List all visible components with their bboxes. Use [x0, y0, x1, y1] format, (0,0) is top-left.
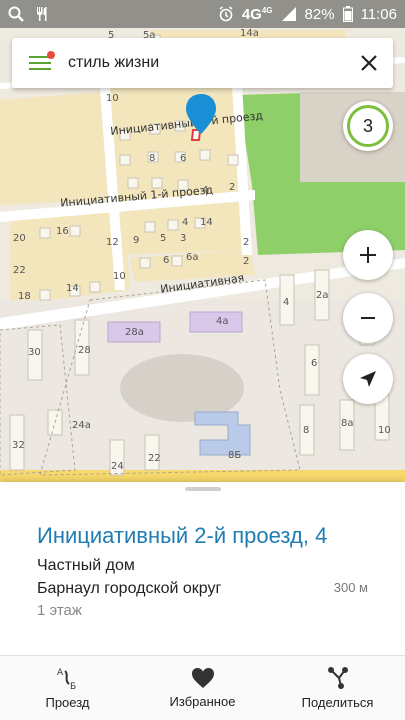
location-pin-icon[interactable] [185, 94, 217, 138]
share-button[interactable]: Поделиться [270, 656, 405, 720]
house-number: 30 [28, 347, 41, 358]
clock: 11:06 [360, 5, 397, 23]
route-button[interactable]: А Б Проезд [0, 656, 135, 720]
my-location-button[interactable] [343, 354, 393, 404]
house-number: 8 [149, 153, 156, 164]
house-number: 2 [243, 237, 250, 248]
place-city: Барнаул городской округ [37, 580, 222, 597]
results-count: 3 [347, 105, 389, 147]
house-number: 2 [229, 182, 236, 193]
clear-search-button[interactable] [345, 38, 393, 88]
house-number: 4а [216, 316, 229, 327]
battery-percent: 82% [304, 5, 335, 23]
house-number: 22 [13, 265, 26, 276]
route-label: Проезд [45, 695, 90, 710]
house-number: 24а [72, 420, 91, 431]
house-number: 8Б [228, 450, 242, 461]
route-icon: А Б [57, 668, 76, 690]
house-number: 16 [56, 226, 69, 237]
house-number: 9 [133, 235, 140, 246]
house-number: 6 [311, 358, 318, 369]
house-number: 28а [125, 327, 144, 338]
favorite-button[interactable]: Избранное [135, 656, 270, 720]
house-number: 14 [66, 283, 79, 294]
network-type: 4G4G [241, 5, 273, 23]
house-number: 22 [148, 453, 161, 464]
house-number: 28 [78, 345, 91, 356]
house-number: 4 [202, 185, 209, 196]
house-number: 2 [243, 256, 250, 267]
menu-button[interactable] [12, 38, 68, 88]
search-input[interactable]: стиль жизни [68, 54, 345, 72]
zoom-out-button[interactable] [343, 293, 393, 343]
results-count-button[interactable]: 3 [343, 101, 393, 151]
house-number: 10 [378, 425, 391, 436]
house-number: 32 [12, 440, 25, 451]
house-number: 10 [106, 93, 119, 104]
share-icon [327, 667, 348, 689]
navigation-arrow-icon [360, 371, 376, 387]
house-number: 14 [200, 217, 213, 228]
house-number: 5 [160, 233, 167, 244]
house-number: 3 [180, 233, 187, 244]
place-title: Инициативный 2-й проезд, 4 [37, 523, 328, 548]
alarm-icon [219, 6, 233, 22]
house-number: 8а [341, 418, 354, 429]
house-number: 6 [180, 153, 187, 164]
place-distance: 300 м [333, 580, 368, 595]
zoom-in-button[interactable] [343, 230, 393, 280]
sheet-handle[interactable] [185, 487, 221, 491]
house-number: 8 [303, 425, 310, 436]
house-number: 20 [13, 233, 26, 244]
house-number: 12 [106, 237, 119, 248]
restaurant-icon [37, 7, 47, 21]
house-number: 6 [163, 255, 170, 266]
house-number: 4 [283, 297, 290, 308]
notification-dot [47, 51, 55, 59]
close-icon [361, 55, 377, 71]
status-bar: 4G4G 82% 11:06 [0, 0, 405, 28]
house-number: 6а [186, 252, 199, 263]
place-floors: 1 этаж [37, 602, 82, 619]
house-number: 24 [111, 461, 124, 472]
share-label: Поделиться [301, 695, 374, 710]
favorite-label: Избранное [169, 694, 236, 709]
minus-icon [361, 317, 375, 319]
signal-icon [281, 7, 296, 21]
action-bar: А Б Проезд Избранное Поделиться [0, 655, 405, 720]
house-number: 10 [113, 271, 126, 282]
search-bar[interactable]: стиль жизни [12, 38, 393, 88]
battery-icon [342, 6, 353, 22]
house-number: 2а [316, 290, 329, 301]
heart-icon [191, 668, 214, 688]
house-number: 4 [182, 217, 189, 228]
svg-text:Б: Б [70, 682, 76, 690]
search-icon [8, 6, 24, 22]
house-number: 18 [18, 291, 31, 302]
plus-icon [360, 247, 376, 263]
place-type: Частный дом [37, 557, 135, 574]
svg-text:А: А [57, 668, 64, 678]
